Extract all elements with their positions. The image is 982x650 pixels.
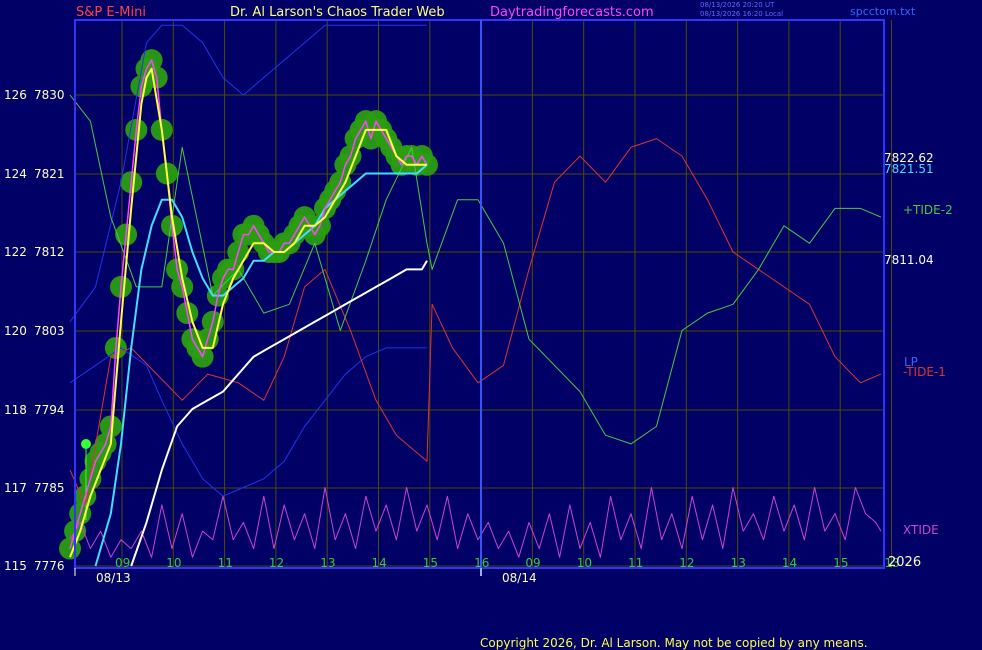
- y-tick-value: 7812: [34, 245, 65, 259]
- axes: [74, 19, 885, 576]
- grid: [75, 20, 892, 568]
- y-tick-label: 124: [4, 167, 27, 181]
- series-line-xtide: [69, 487, 882, 558]
- series-label: LP: [904, 355, 918, 369]
- y-tick-label: 117: [4, 481, 27, 495]
- x-tick-label: 14: [372, 556, 387, 570]
- x-tick-label: 09: [525, 556, 540, 570]
- x-tick-label: 15: [423, 556, 438, 570]
- y-tick-value: 7821: [34, 167, 65, 181]
- x-tick-label: 13: [320, 556, 335, 570]
- series-line-long-average: [130, 260, 428, 567]
- date-label: 08/14: [502, 571, 537, 585]
- right-value-label: 7811.04: [884, 253, 934, 267]
- x-tick-label: 10: [166, 556, 181, 570]
- y-tick-value: 7794: [34, 403, 65, 417]
- year-label: 2026: [888, 555, 921, 570]
- footer-copyright: Copyright 2026, Dr. Al Larson. May not b…: [480, 636, 868, 650]
- header-filename: spcctom.txt: [850, 5, 916, 18]
- y-tick-label: 118: [4, 403, 27, 417]
- header-symbol: S&P E-Mini: [76, 5, 146, 20]
- x-tick-label: 10: [577, 556, 592, 570]
- y-tick-label: 126: [4, 88, 27, 102]
- header-time-local: 08/13/2026 16:20 Local: [700, 10, 784, 18]
- signal-dot: [81, 439, 91, 449]
- date-label: 08/13: [96, 571, 131, 585]
- x-tick-label: 13: [731, 556, 746, 570]
- chart: 126 7830124 7821122 7812120 7803118 7794117 77…: [4, 19, 953, 585]
- y-tick-value: 7830: [34, 88, 65, 102]
- x-tick-label: 12: [679, 556, 694, 570]
- right-value-label: 7821.51: [884, 162, 934, 176]
- x-tick-label: 15: [833, 556, 848, 570]
- x-tick-label: 11: [628, 556, 643, 570]
- x-tick-label: 11: [218, 556, 233, 570]
- x-tick-label: 16: [474, 556, 489, 570]
- y-tick-label: 122: [4, 245, 27, 259]
- header-url[interactable]: Daytradingforecasts.com: [490, 5, 654, 20]
- header-time-ut: 08/13/2026 20:20 UT: [700, 1, 775, 9]
- series-label: XTIDE: [903, 523, 939, 537]
- series-label: +TIDE-2: [903, 203, 953, 217]
- header-site: Dr. Al Larson's Chaos Trader Web: [230, 5, 445, 20]
- y-tick-label: 115: [4, 559, 27, 573]
- x-tick-label: 12: [269, 556, 284, 570]
- x-tick-label: 14: [782, 556, 797, 570]
- y-tick-value: 7776: [34, 559, 65, 573]
- y-tick-value: 7785: [34, 481, 65, 495]
- series-lines: [69, 24, 882, 567]
- x-tick-label: 09: [115, 556, 130, 570]
- plot-frame: [74, 19, 885, 569]
- y-tick-value: 7803: [34, 324, 65, 338]
- y-tick-label: 120: [4, 324, 27, 338]
